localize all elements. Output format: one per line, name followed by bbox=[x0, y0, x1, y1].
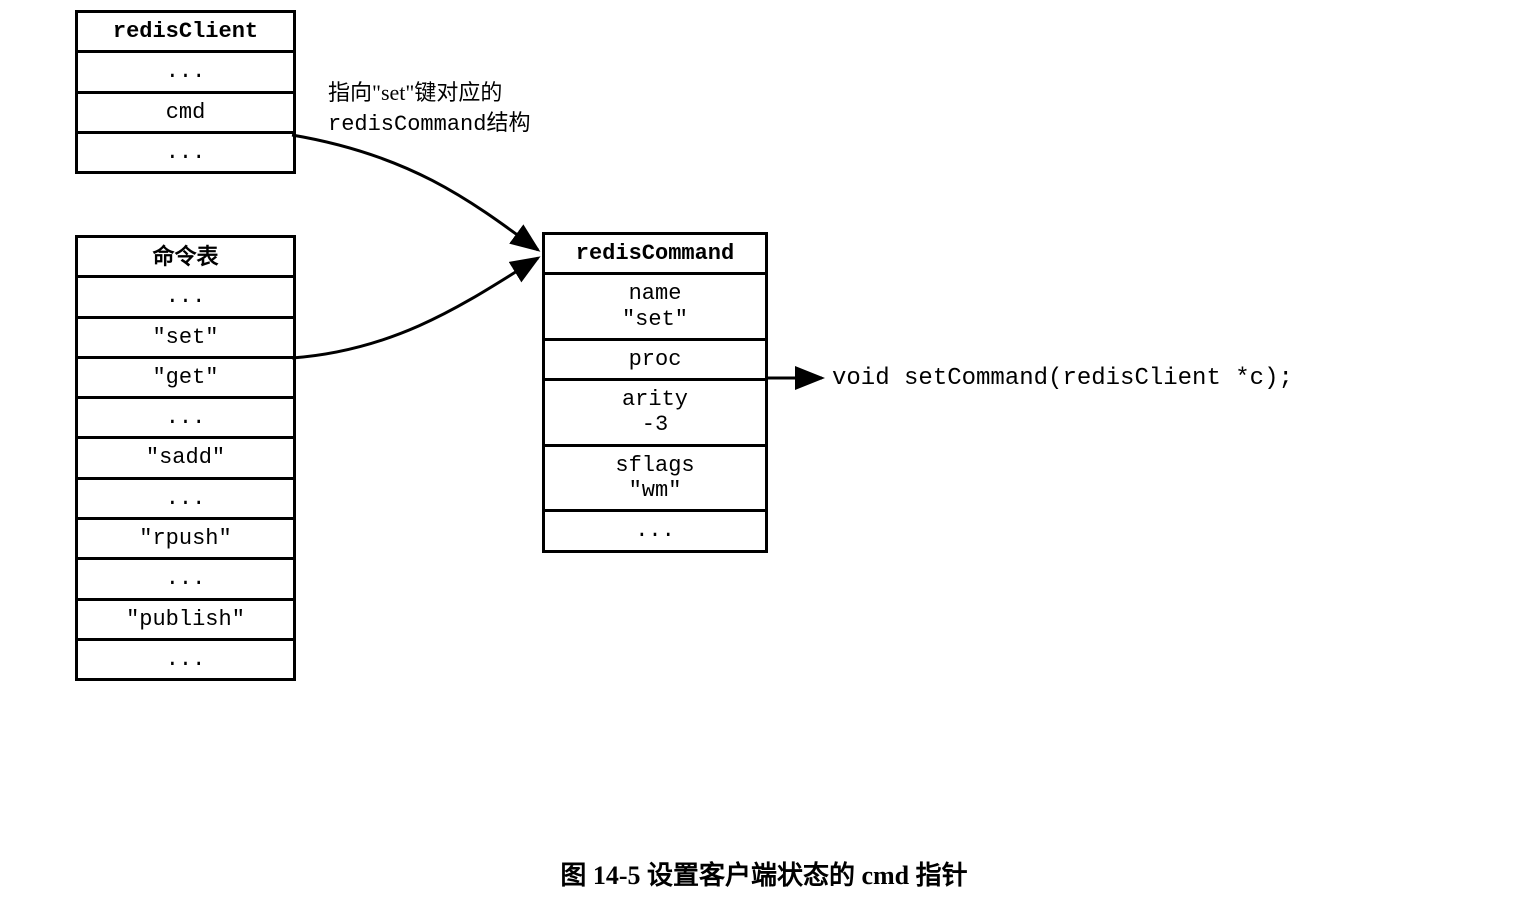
function-signature: void setCommand(redisClient *c); bbox=[832, 365, 1293, 392]
command-table-row: ... bbox=[78, 638, 293, 678]
command-table-row-set: "set" bbox=[78, 316, 293, 356]
command-table-row: ... bbox=[78, 557, 293, 597]
annotation-line2-prefix: redisCommand bbox=[328, 112, 486, 137]
redis-command-row-sflags: sflags "wm" bbox=[545, 444, 765, 510]
redis-command-row-arity: arity -3 bbox=[545, 378, 765, 444]
redis-command-row-name: name "set" bbox=[545, 272, 765, 338]
command-table-row: "publish" bbox=[78, 598, 293, 638]
pointer-annotation: 指向"set"键对应的 redisCommand结构 bbox=[328, 78, 530, 139]
command-table-row: ... bbox=[78, 275, 293, 315]
arrow-cmd-to-rediscommand bbox=[292, 135, 538, 250]
command-table-row: "get" bbox=[78, 356, 293, 396]
redis-command-title: redisCommand bbox=[545, 235, 765, 272]
command-table-struct: 命令表 ... "set" "get" ... "sadd" ... "rpus… bbox=[75, 235, 296, 681]
annotation-line2-suffix: 结构 bbox=[486, 110, 530, 135]
command-table-title: 命令表 bbox=[78, 238, 293, 275]
redis-command-struct: redisCommand name "set" proc arity -3 sf… bbox=[542, 232, 768, 553]
arrow-set-to-rediscommand bbox=[292, 258, 538, 358]
redis-client-title: redisClient bbox=[78, 13, 293, 50]
command-table-row: "rpush" bbox=[78, 517, 293, 557]
redis-command-row-proc: proc bbox=[545, 338, 765, 378]
redis-client-row: ... bbox=[78, 50, 293, 90]
redis-client-struct: redisClient ... cmd ... bbox=[75, 10, 296, 174]
annotation-line1: 指向"set"键对应的 bbox=[328, 80, 502, 105]
diagram-canvas: redisClient ... cmd ... 命令表 ... "set" "g… bbox=[0, 0, 1528, 924]
redis-client-row: ... bbox=[78, 131, 293, 171]
redis-command-row: ... bbox=[545, 509, 765, 549]
redis-client-row-cmd: cmd bbox=[78, 91, 293, 131]
command-table-row: ... bbox=[78, 396, 293, 436]
command-table-row: "sadd" bbox=[78, 436, 293, 476]
command-table-row: ... bbox=[78, 477, 293, 517]
figure-caption: 图 14-5 设置客户端状态的 cmd 指针 bbox=[0, 855, 1528, 892]
